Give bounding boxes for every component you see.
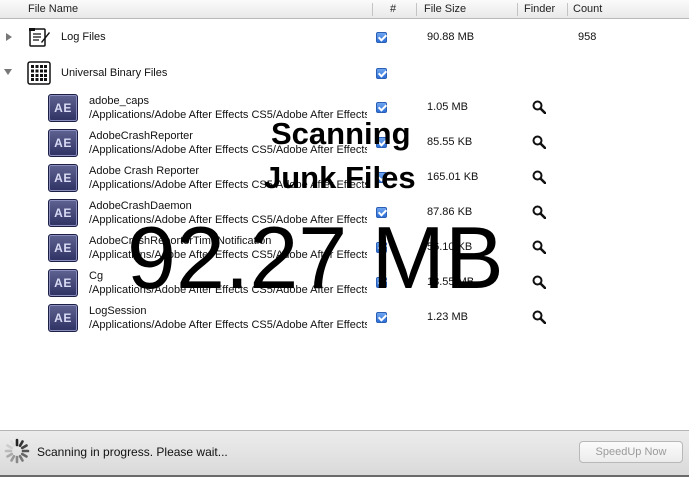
status-bar: Scanning in progress. Please wait... Spe… [0, 430, 689, 477]
reveal-in-finder-icon[interactable] [532, 275, 546, 289]
status-text: Scanning in progress. Please wait... [37, 445, 228, 459]
category-row-log-files[interactable]: Log Files 90.88 MB 958 [0, 19, 689, 55]
file-size: 1.23 MB [427, 311, 468, 323]
after-effects-icon: AE [48, 304, 78, 332]
file-size: 165.01 KB [427, 171, 479, 183]
spinner-icon [4, 438, 30, 464]
item-count: 958 [578, 31, 597, 43]
file-size: 90.88 MB [427, 31, 475, 43]
item-name: AdobeCrashReporter [89, 130, 193, 142]
disclosure-right-icon[interactable] [6, 33, 12, 41]
universal-binary-icon [27, 61, 51, 85]
reveal-in-finder-icon[interactable] [532, 205, 546, 219]
log-files-icon [29, 28, 50, 47]
col-finder[interactable]: Finder [518, 0, 555, 19]
reveal-in-finder-icon[interactable] [532, 170, 546, 184]
col-number[interactable]: # [384, 0, 396, 19]
category-label: Log Files [61, 31, 106, 43]
col-separator [372, 3, 373, 16]
col-count[interactable]: Count [567, 0, 602, 19]
after-effects-icon: AE [48, 129, 78, 157]
overlay-junk-files-label: Junk Files [264, 160, 416, 195]
item-name: Adobe Crash Reporter [89, 165, 200, 177]
overlay-scanning-label: Scanning [271, 116, 411, 151]
item-name: Cg [89, 270, 104, 282]
after-effects-icon: AE [48, 199, 78, 227]
after-effects-icon: AE [48, 164, 78, 192]
reveal-in-finder-icon[interactable] [532, 310, 546, 324]
overlay-total-size: 92.27 MB [127, 208, 504, 307]
file-size: 85.55 KB [427, 136, 473, 148]
col-file-size[interactable]: File Size [418, 0, 466, 19]
reveal-in-finder-icon[interactable] [532, 135, 546, 149]
col-file-name[interactable]: File Name [22, 0, 78, 19]
category-label: Universal Binary Files [61, 67, 168, 79]
checkbox[interactable] [376, 312, 387, 323]
item-path: /Applications/Adobe After Effects CS5/Ad… [89, 319, 367, 331]
after-effects-icon: AE [48, 269, 78, 297]
after-effects-icon: AE [48, 234, 78, 262]
item-name: adobe_caps [89, 95, 149, 107]
file-size: 1.05 MB [427, 101, 468, 113]
reveal-in-finder-icon[interactable] [532, 240, 546, 254]
disclosure-down-icon[interactable] [4, 69, 12, 75]
col-separator [416, 3, 417, 16]
category-row-universal-binary[interactable]: Universal Binary Files [0, 55, 689, 91]
reveal-in-finder-icon[interactable] [532, 100, 546, 114]
checkbox[interactable] [376, 32, 387, 43]
after-effects-icon: AE [48, 94, 78, 122]
checkbox[interactable] [376, 68, 387, 79]
checkbox[interactable] [376, 102, 387, 113]
speedup-now-button[interactable]: SpeedUp Now [579, 441, 683, 463]
column-header: File Name # File Size Finder Count [0, 0, 689, 19]
